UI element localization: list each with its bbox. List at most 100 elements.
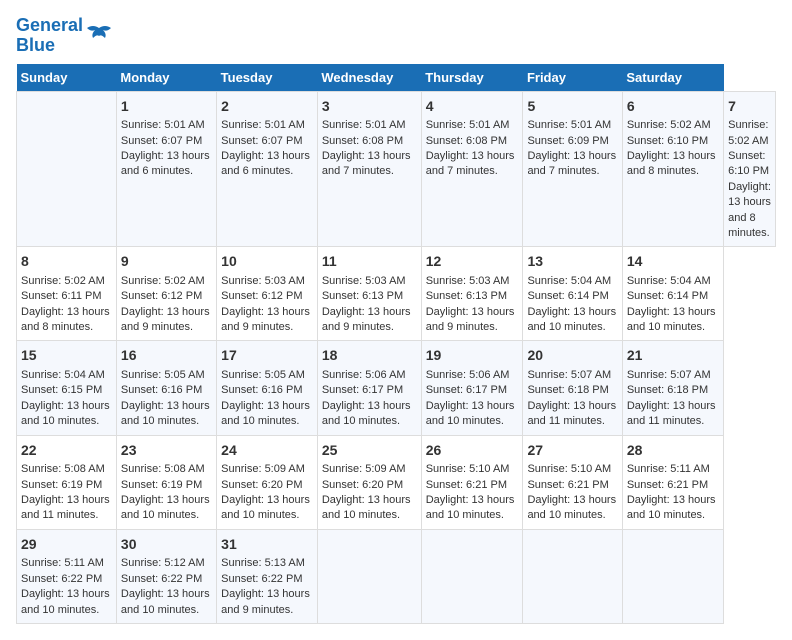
header-friday: Friday <box>523 64 622 92</box>
cell-day-21: 21Sunrise: 5:07 AMSunset: 6:18 PMDayligh… <box>622 341 723 435</box>
cell-day-10: 10Sunrise: 5:03 AMSunset: 6:12 PMDayligh… <box>217 247 318 341</box>
daylight-label: Daylight: 13 hours and 8 minutes. <box>21 306 110 333</box>
week-row-2: 8Sunrise: 5:02 AMSunset: 6:11 PMDaylight… <box>17 247 776 341</box>
cell-day-8: 8Sunrise: 5:02 AMSunset: 6:11 PMDaylight… <box>17 247 117 341</box>
day-number: 2 <box>221 97 313 117</box>
week-row-3: 15Sunrise: 5:04 AMSunset: 6:15 PMDayligh… <box>17 341 776 435</box>
calendar-header-row: SundayMondayTuesdayWednesdayThursdayFrid… <box>17 64 776 92</box>
logo-text: GeneralBlue <box>16 16 83 56</box>
sunrise-label: Sunrise: 5:06 AM <box>322 369 406 381</box>
day-number: 21 <box>627 346 719 366</box>
daylight-label: Daylight: 13 hours and 7 minutes. <box>322 150 411 177</box>
cell-day-1: 1Sunrise: 5:01 AMSunset: 6:07 PMDaylight… <box>116 91 216 247</box>
sunset-label: Sunset: 6:21 PM <box>527 479 608 491</box>
page-header: GeneralBlue <box>16 16 776 56</box>
daylight-label: Daylight: 13 hours and 10 minutes. <box>21 400 110 427</box>
daylight-label: Daylight: 13 hours and 9 minutes. <box>426 306 515 333</box>
daylight-label: Daylight: 13 hours and 11 minutes. <box>527 400 616 427</box>
sunset-label: Sunset: 6:14 PM <box>627 290 708 302</box>
header-wednesday: Wednesday <box>317 64 421 92</box>
sunrise-label: Sunrise: 5:07 AM <box>627 369 711 381</box>
sunrise-label: Sunrise: 5:06 AM <box>426 369 510 381</box>
logo-bird-icon <box>85 24 113 48</box>
sunset-label: Sunset: 6:15 PM <box>21 384 102 396</box>
day-number: 29 <box>21 535 112 555</box>
day-number: 28 <box>627 441 719 461</box>
day-number: 10 <box>221 252 313 272</box>
sunset-label: Sunset: 6:20 PM <box>221 479 302 491</box>
sunset-label: Sunset: 6:12 PM <box>221 290 302 302</box>
sunset-label: Sunset: 6:22 PM <box>21 573 102 585</box>
sunset-label: Sunset: 6:08 PM <box>426 135 507 147</box>
day-number: 14 <box>627 252 719 272</box>
sunrise-label: Sunrise: 5:09 AM <box>322 463 406 475</box>
daylight-label: Daylight: 13 hours and 9 minutes. <box>322 306 411 333</box>
sunrise-label: Sunrise: 5:07 AM <box>527 369 611 381</box>
sunset-label: Sunset: 6:17 PM <box>322 384 403 396</box>
daylight-label: Daylight: 13 hours and 10 minutes. <box>121 588 210 615</box>
sunrise-label: Sunrise: 5:08 AM <box>121 463 205 475</box>
sunrise-label: Sunrise: 5:03 AM <box>322 275 406 287</box>
cell-day-26: 26Sunrise: 5:10 AMSunset: 6:21 PMDayligh… <box>421 435 523 529</box>
sunset-label: Sunset: 6:08 PM <box>322 135 403 147</box>
daylight-label: Daylight: 13 hours and 10 minutes. <box>322 400 411 427</box>
cell-day-29: 29Sunrise: 5:11 AMSunset: 6:22 PMDayligh… <box>17 529 117 623</box>
sunrise-label: Sunrise: 5:11 AM <box>627 463 710 475</box>
daylight-label: Daylight: 13 hours and 10 minutes. <box>527 306 616 333</box>
sunrise-label: Sunrise: 5:04 AM <box>527 275 611 287</box>
day-number: 20 <box>527 346 617 366</box>
sunrise-label: Sunrise: 5:12 AM <box>121 557 205 569</box>
cell-day-4: 4 Sunrise: 5:01 AM Sunset: 6:08 PM Daylight… <box>421 91 523 247</box>
sunset-label: Sunset: 6:22 PM <box>121 573 202 585</box>
day-number: 4 <box>426 97 519 117</box>
header-sunday: Sunday <box>17 64 117 92</box>
sunrise-label: Sunrise: 5:01 AM <box>527 119 611 131</box>
daylight-label: Daylight: 13 hours and 8 minutes. <box>728 181 771 239</box>
daylight-label: Daylight: 13 hours and 10 minutes. <box>627 306 716 333</box>
day-number: 11 <box>322 252 417 272</box>
sunset-label: Sunset: 6:18 PM <box>527 384 608 396</box>
sunrise-label: Sunrise: 5:13 AM <box>221 557 305 569</box>
cell-day-14: 14 Sunrise: 5:04 AM Sunset: 6:14 PM Dayligh… <box>622 247 723 341</box>
sunrise-label: Sunrise: 5:02 AM <box>21 275 105 287</box>
daylight-label: Daylight: 13 hours and 11 minutes. <box>627 400 716 427</box>
sunset-label: Sunset: 6:07 PM <box>221 135 302 147</box>
day-number: 22 <box>21 441 112 461</box>
sunrise-label: Sunrise: 5:09 AM <box>221 463 305 475</box>
cell-day-6: 6Sunrise: 5:02 AMSunset: 6:10 PMDaylight… <box>622 91 723 247</box>
day-number: 27 <box>527 441 617 461</box>
sunrise-label: Sunrise: 5:11 AM <box>21 557 104 569</box>
cell-day-23: 23 Sunrise: 5:08 AM Sunset: 6:19 PM Dayligh… <box>116 435 216 529</box>
sunrise-label: Sunrise: 5:04 AM <box>627 275 711 287</box>
day-number: 13 <box>527 252 617 272</box>
daylight-label: Daylight: 13 hours and 10 minutes. <box>322 494 411 521</box>
day-number: 23 <box>121 441 212 461</box>
daylight-label: Daylight: 13 hours and 7 minutes. <box>527 150 616 177</box>
cell-day-31: 31Sunrise: 5:13 AMSunset: 6:22 PMDayligh… <box>217 529 318 623</box>
sunrise-label: Sunrise: 5:01 AM <box>121 119 205 131</box>
daylight-label: Daylight: 13 hours and 7 minutes. <box>426 150 515 177</box>
daylight-label: Daylight: 13 hours and 9 minutes. <box>121 306 210 333</box>
header-thursday: Thursday <box>421 64 523 92</box>
cell-day-16: 16Sunrise: 5:05 AMSunset: 6:16 PMDayligh… <box>116 341 216 435</box>
daylight-label: Daylight: 13 hours and 10 minutes. <box>121 494 210 521</box>
day-number: 6 <box>627 97 719 117</box>
sunrise-label: Sunrise: 5:01 AM <box>426 119 510 131</box>
sunset-label: Sunset: 6:20 PM <box>322 479 403 491</box>
cell-day-24: 24Sunrise: 5:09 AMSunset: 6:20 PMDayligh… <box>217 435 318 529</box>
week-row-1: 1 Sunrise: 5:01 AM Sunset: 6:07 PM Daylight… <box>17 91 776 247</box>
sunset-label: Sunset: 6:10 PM <box>728 150 769 177</box>
daylight-label: Daylight: 13 hours and 10 minutes. <box>627 494 716 521</box>
cell-empty-0-0 <box>17 91 117 247</box>
header-saturday: Saturday <box>622 64 723 92</box>
day-number: 16 <box>121 346 212 366</box>
cell-day-17: 17Sunrise: 5:05 AMSunset: 6:16 PMDayligh… <box>217 341 318 435</box>
day-number: 9 <box>121 252 212 272</box>
sunset-label: Sunset: 6:13 PM <box>322 290 403 302</box>
sunset-label: Sunset: 6:11 PM <box>21 290 102 302</box>
day-number: 1 <box>121 97 212 117</box>
week-row-4: 22 Sunrise: 5:08 AM Sunset: 6:19 PM Dayligh… <box>17 435 776 529</box>
sunset-label: Sunset: 6:13 PM <box>426 290 507 302</box>
sunset-label: Sunset: 6:19 PM <box>121 479 202 491</box>
sunrise-label: Sunrise: 5:10 AM <box>426 463 510 475</box>
